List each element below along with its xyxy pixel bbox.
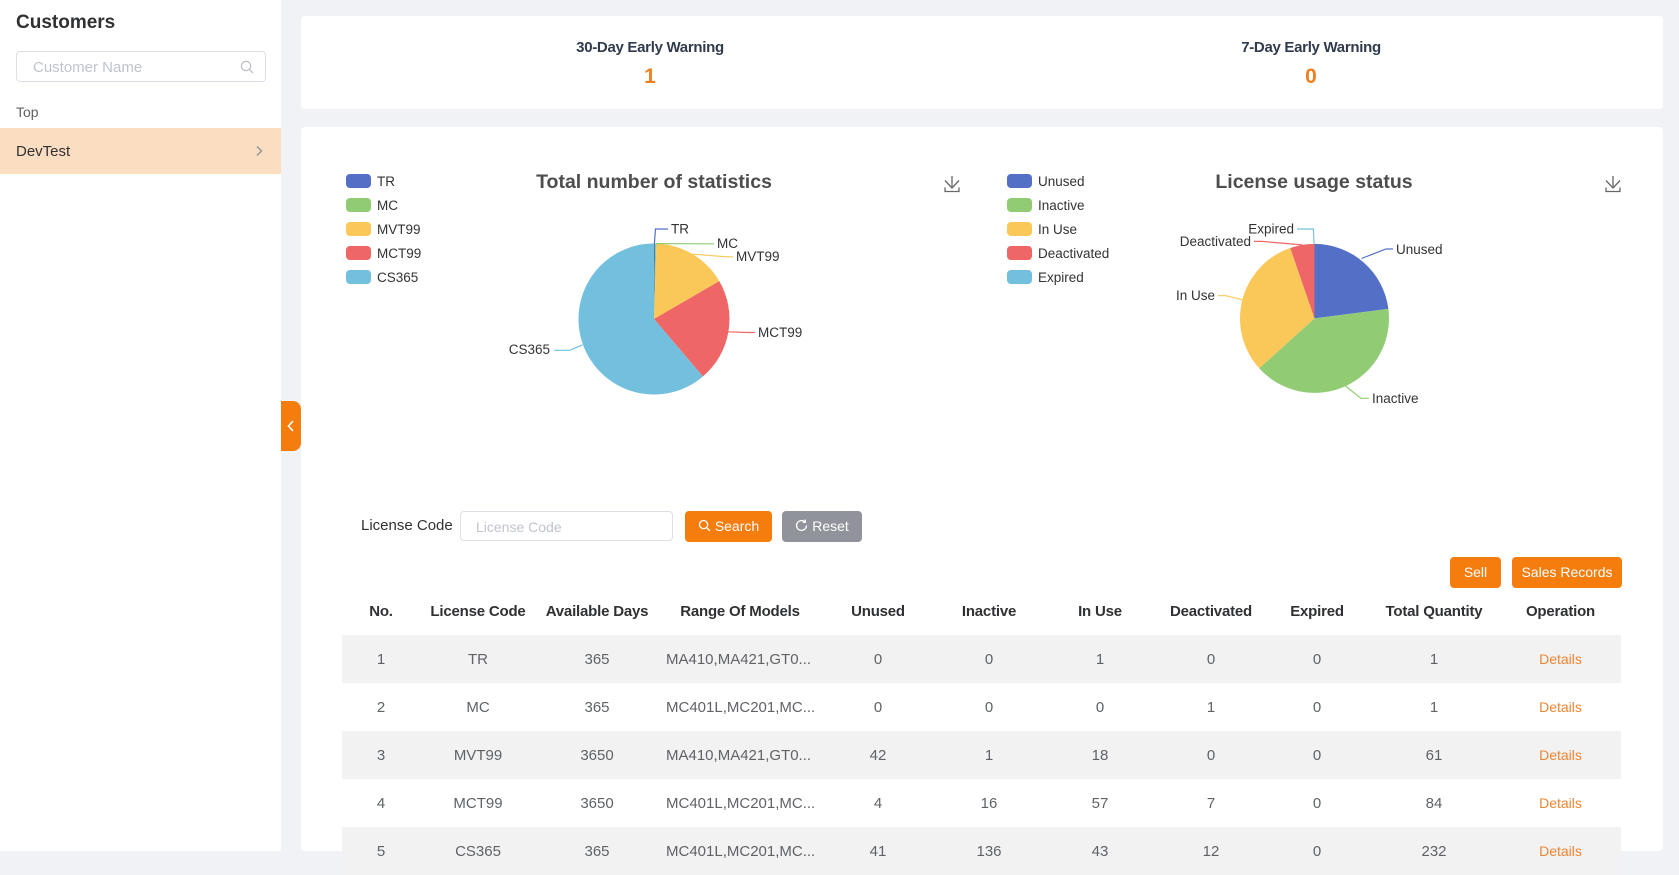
svg-text:Expired: Expired — [1038, 270, 1084, 285]
svg-text:Unused: Unused — [1396, 242, 1443, 257]
svg-text:Inactive: Inactive — [1372, 391, 1419, 406]
svg-text:MC: MC — [377, 198, 398, 213]
svg-text:Inactive: Inactive — [1038, 198, 1085, 213]
svg-text:In Use: In Use — [1176, 288, 1215, 303]
svg-text:CS365: CS365 — [377, 270, 418, 285]
svg-text:Deactivated: Deactivated — [1038, 246, 1109, 261]
svg-text:MVT99: MVT99 — [736, 249, 780, 264]
svg-text:Expired: Expired — [1248, 221, 1294, 236]
svg-text:TR: TR — [377, 174, 395, 189]
svg-text:In Use: In Use — [1038, 222, 1077, 237]
svg-text:MCT99: MCT99 — [758, 325, 802, 340]
svg-text:MVT99: MVT99 — [377, 222, 421, 237]
svg-text:TR: TR — [671, 222, 689, 237]
svg-text:MCT99: MCT99 — [377, 246, 421, 261]
svg-text:Total number of statistics: Total number of statistics — [536, 171, 772, 193]
svg-text:Deactivated: Deactivated — [1180, 234, 1251, 249]
svg-text:CS365: CS365 — [509, 342, 550, 357]
svg-text:Unused: Unused — [1038, 174, 1085, 189]
svg-text:License usage status: License usage status — [1215, 171, 1412, 193]
